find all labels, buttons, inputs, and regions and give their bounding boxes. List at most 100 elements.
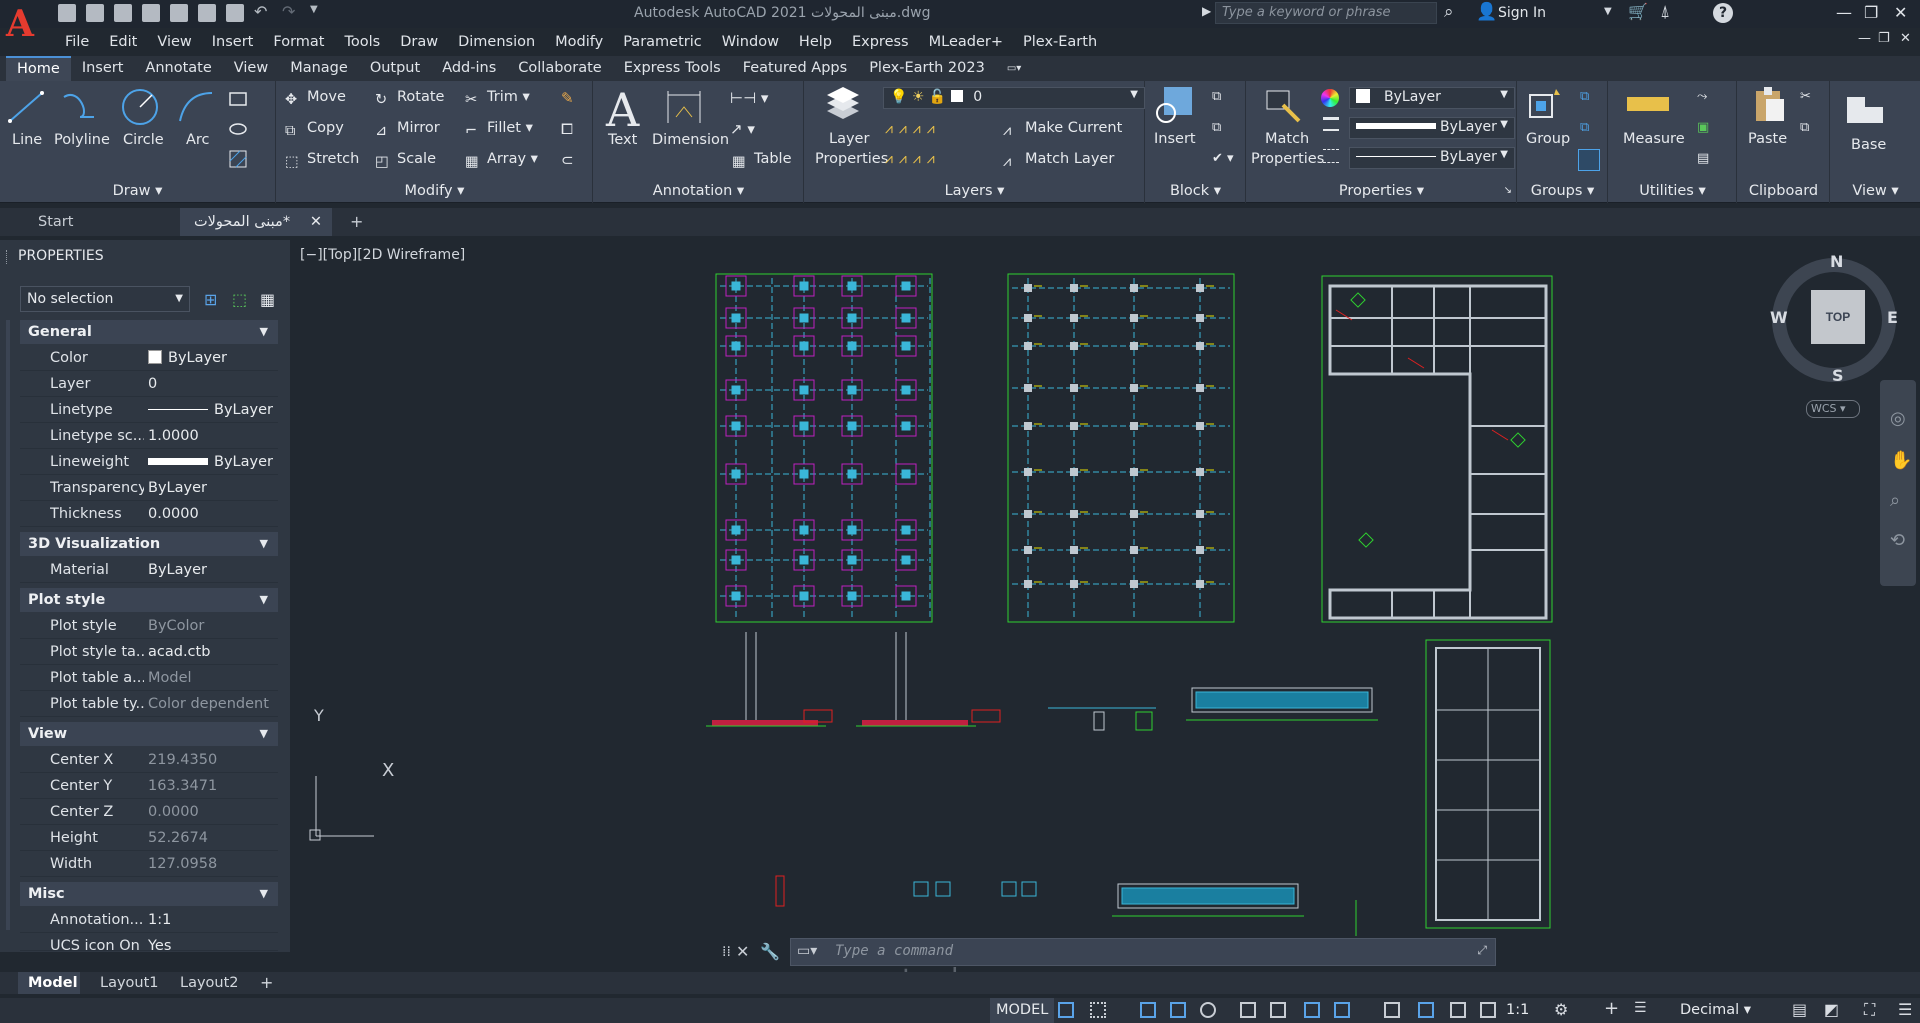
polar-icon[interactable] (1200, 1002, 1216, 1018)
tab-model[interactable]: Model (18, 972, 80, 994)
isodraft-icon[interactable] (1240, 1002, 1256, 1018)
offset-icon[interactable]: ⊂ (561, 151, 574, 169)
tab-manage[interactable]: Manage (279, 56, 359, 81)
text-button[interactable]: Text (608, 132, 637, 148)
annotation-scale-value[interactable]: 1:1 (1506, 998, 1529, 1023)
customize-qat-icon[interactable]: ▼ (310, 4, 328, 22)
rectangle-icon[interactable] (228, 89, 248, 109)
chevron-right-icon[interactable]: ▶ (1202, 4, 1211, 18)
scale-button[interactable]: ◰ Scale (375, 151, 436, 170)
menu-view[interactable]: View (148, 31, 202, 53)
dimension-button[interactable]: Dimension (652, 132, 729, 148)
edit-block-icon[interactable]: ⧉ (1212, 120, 1221, 135)
paste-icon[interactable] (1750, 85, 1790, 125)
group-edit-icon[interactable]: ⧉ (1580, 120, 1589, 135)
group-selection-icon[interactable] (1578, 149, 1600, 171)
line-button[interactable]: Line (12, 132, 42, 148)
compass-north[interactable]: N (1830, 252, 1843, 271)
prop-row[interactable]: Plot style ta... acad.ctb (20, 639, 278, 665)
prop-row[interactable]: Thickness 0.0000 (20, 501, 278, 527)
section-misc[interactable]: Misc ▼ (20, 882, 278, 906)
lineweight-toggle-icon[interactable] (1334, 1002, 1350, 1018)
lineweight-dropdown[interactable]: ByLayer ▼ (1349, 117, 1515, 139)
layer-tools-row1-icons[interactable]: ⩘⩘⩘⩘ (885, 121, 941, 137)
doc-close-icon[interactable]: ✕ (1900, 31, 1911, 46)
mirror-button[interactable]: ⊿ Mirror (375, 120, 440, 139)
palette-scrollbar[interactable] (6, 320, 10, 930)
layer-tools-row2-icons[interactable]: ⩘⩘⩘⩘ (885, 151, 941, 167)
drawing-viewport[interactable]: Y X TOP N S E W WCS ▾ ◎ ✋ ⌕ ⟲ (296, 240, 1920, 952)
layer-properties-button-line2[interactable]: Properties (815, 151, 888, 167)
section-view[interactable]: View ▼ (20, 722, 278, 746)
layer-dropdown[interactable]: 💡 ☀ 🔓 0 ▼ (883, 87, 1145, 109)
menu-mleader[interactable]: MLeader+ (920, 31, 1014, 53)
menu-window[interactable]: Window (713, 31, 790, 53)
orbit-icon[interactable]: ⟲ (1890, 530, 1905, 551)
tab-insert[interactable]: Insert (71, 56, 135, 81)
menu-parametric[interactable]: Parametric (614, 31, 713, 53)
user-icon[interactable]: 👤 (1476, 2, 1497, 22)
tab-home[interactable]: Home (6, 56, 71, 81)
auto-scale-icon[interactable] (1450, 1002, 1466, 1018)
command-history-icon[interactable]: ▭▾ (797, 943, 817, 959)
arc-icon[interactable] (176, 87, 216, 127)
polyline-icon[interactable] (60, 87, 100, 127)
text-icon[interactable]: A (606, 83, 639, 137)
base-view-icon[interactable] (1845, 89, 1885, 129)
group-icon[interactable] (1526, 85, 1566, 125)
id-point-icon[interactable]: ⤳ (1697, 89, 1707, 104)
arc-button[interactable]: Arc (186, 132, 210, 148)
insert-block-icon[interactable] (1156, 85, 1196, 125)
menu-modify[interactable]: Modify (546, 31, 614, 53)
draw-panel-title[interactable]: Draw ▾ (0, 181, 275, 201)
menu-insert[interactable]: Insert (203, 31, 265, 53)
model-space-toggle[interactable]: MODEL (990, 998, 1055, 1023)
layers-panel-title[interactable]: Layers ▾ (805, 181, 1144, 201)
line-icon[interactable] (6, 87, 46, 127)
new-tab-icon[interactable]: + (350, 212, 363, 231)
tab-collaborate[interactable]: Collaborate (507, 56, 612, 81)
layer-properties-icon[interactable] (823, 85, 863, 125)
block-panel-title[interactable]: Block ▾ (1146, 181, 1245, 201)
menu-format[interactable]: Format (264, 31, 335, 53)
linear-dimension-icon[interactable]: ⊢⊣ ▾ (730, 89, 768, 107)
prop-row[interactable]: Center Y 163.3471 (20, 773, 278, 799)
palette-grip-icon[interactable] (6, 250, 9, 264)
tab-view[interactable]: View (223, 56, 279, 81)
prop-row[interactable]: Center X 219.4350 (20, 747, 278, 773)
annotation-scale-icon[interactable] (1480, 1002, 1496, 1018)
prop-row[interactable]: Plot style ByColor (20, 613, 278, 639)
ribbon-options-icon[interactable]: ▭▾ (996, 56, 1032, 81)
share-icon[interactable] (170, 4, 188, 22)
circle-icon[interactable] (120, 87, 160, 127)
pan-icon[interactable]: ✋ (1890, 450, 1912, 471)
autodesk-app-icon[interactable]: ⍋ (1660, 2, 1670, 22)
tab-add-ins[interactable]: Add-ins (431, 56, 507, 81)
measure-button[interactable]: Measure (1623, 131, 1685, 147)
prop-row[interactable]: Transparency ByLayer (20, 475, 278, 501)
select-objects-icon[interactable]: ⬚ (232, 290, 247, 309)
prop-row[interactable]: Material ByLayer (20, 557, 278, 583)
color-dropdown[interactable]: ByLayer ▼ (1349, 87, 1515, 109)
hatch-icon[interactable] (228, 149, 248, 169)
save-icon[interactable] (114, 4, 132, 22)
create-block-icon[interactable]: ⧉ (1212, 89, 1221, 104)
base-button[interactable]: Base (1851, 137, 1886, 153)
import-icon[interactable] (198, 4, 216, 22)
insert-button[interactable]: Insert (1154, 131, 1196, 147)
quick-properties-icon[interactable]: ▤ (1792, 1000, 1807, 1019)
save-as-icon[interactable] (142, 4, 160, 22)
modify-panel-title[interactable]: Modify ▾ (277, 181, 592, 201)
ortho-icon[interactable] (1170, 1002, 1186, 1018)
ungroup-icon[interactable]: ⧉ (1580, 89, 1589, 104)
close-tab-icon[interactable]: ✕ (310, 208, 322, 236)
quick-select-icon[interactable]: ▣ (1697, 120, 1709, 135)
viewport-controls-label[interactable]: [−][Top][2D Wireframe] (300, 247, 465, 263)
prop-row[interactable]: Width 127.0958 (20, 851, 278, 877)
rotate-button[interactable]: ↻ Rotate (375, 89, 444, 108)
wcs-menu[interactable]: WCS ▾ (1806, 400, 1860, 418)
toggle-pickadd-icon[interactable]: ⊞ (204, 290, 217, 309)
prop-row[interactable]: Plot table ty... Color dependent (20, 691, 278, 717)
copy-button[interactable]: ⧉ Copy (285, 120, 344, 139)
open-file-icon[interactable] (86, 4, 104, 22)
